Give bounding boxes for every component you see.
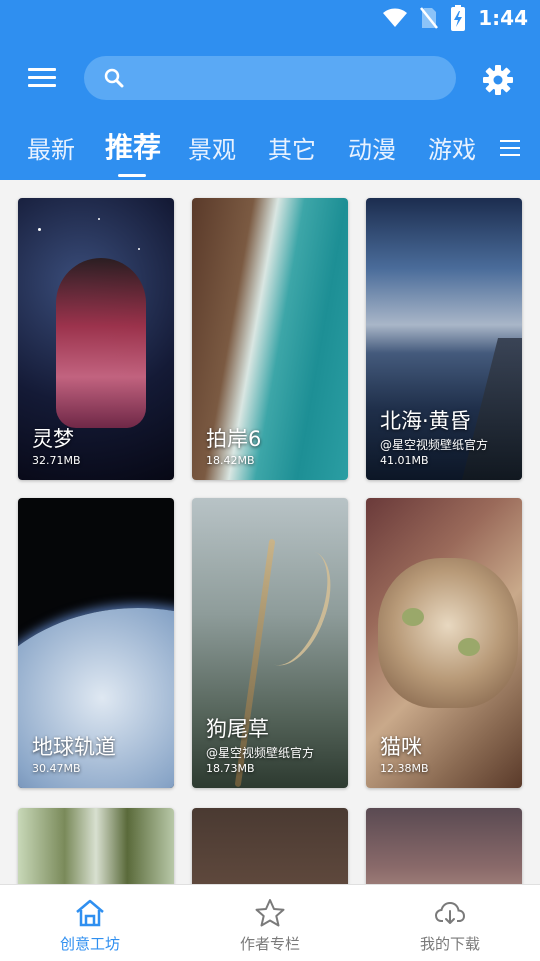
wallpaper-card[interactable]: 地球轨道 30.47MB [18,498,174,788]
card-label: 拍岸6 18.42MB [206,426,340,468]
cat-face-shape [378,558,518,708]
more-icon-line [500,140,520,142]
bottom-navigation: 创意工坊 作者专栏 我的下载 [0,884,540,961]
nav-item-downloads[interactable]: 我的下载 [360,885,540,961]
more-icon-line [500,147,520,149]
no-sim-icon [420,7,439,29]
tab-recommended[interactable]: 推荐 [105,126,161,166]
tab-latest[interactable]: 最新 [27,130,75,165]
wallpaper-card[interactable]: 拍岸6 18.42MB [192,198,348,480]
search-icon [104,68,124,88]
nav-item-authors[interactable]: 作者专栏 [180,885,360,961]
wifi-icon [383,8,408,27]
tab-other[interactable]: 其它 [268,130,316,165]
card-title: 拍岸6 [206,427,262,451]
wallpaper-card[interactable]: 灵梦 32.71MB [18,198,174,480]
tab-games[interactable]: 游戏 [428,130,476,165]
card-size: 41.01MB [380,454,429,467]
status-bar: 1:44 [0,0,540,36]
card-author: @星空视频壁纸官方 [380,438,489,452]
cat-eye-shape [458,638,480,656]
card-author: @星空视频壁纸官方 [206,746,315,760]
cloud-download-icon [434,901,466,924]
status-icons: 1:44 [382,5,528,31]
card-size: 30.47MB [32,762,81,775]
wallpaper-thumbnail [192,808,348,884]
home-icon [76,899,104,927]
card-title: 灵梦 [32,427,74,451]
menu-icon-line [28,68,56,71]
card-size: 32.71MB [32,454,81,467]
star-dot [38,228,41,231]
card-label: 猫咪 12.38MB [380,734,514,776]
card-label: 北海·黄昏 @星空视频壁纸官方 41.01MB [380,408,514,468]
search-input[interactable] [84,56,456,100]
cat-eye-shape [402,608,424,626]
wallpaper-card[interactable]: 北海·黄昏 @星空视频壁纸官方 41.01MB [366,198,522,480]
menu-icon-line [28,84,56,87]
wallpaper-card[interactable] [366,808,522,884]
card-title: 北海·黄昏 [380,409,471,433]
tab-landscape[interactable]: 景观 [188,130,236,165]
app-root: 1:44 最新 推荐 景观 其它 动漫 游戏 灵梦 32.71MB 拍岸6 18… [0,0,540,961]
card-size: 18.73MB [206,762,255,775]
tabs-more-button[interactable] [500,136,522,158]
active-tab-indicator [118,174,146,177]
wallpaper-grid: 灵梦 32.71MB 拍岸6 18.42MB 北海·黄昏 @星空视频壁纸官方 4… [0,180,540,884]
card-title: 地球轨道 [32,735,116,759]
wallpaper-card[interactable] [18,808,174,884]
status-time: 1:44 [478,6,528,30]
wallpaper-thumbnail [366,808,522,884]
wallpaper-card[interactable]: 猫咪 12.38MB [366,498,522,788]
card-title: 猫咪 [380,735,422,759]
star-dot [138,248,140,250]
nav-label: 作者专栏 [239,935,300,953]
star-icon [255,899,285,927]
wallpaper-card[interactable] [192,808,348,884]
menu-icon-line [28,76,56,79]
card-size: 18.42MB [206,454,255,467]
card-label: 地球轨道 30.47MB [32,734,166,776]
card-label: 灵梦 32.71MB [32,426,166,468]
tab-anime[interactable]: 动漫 [348,130,396,165]
battery-charging-icon [451,5,466,31]
app-header: 最新 推荐 景观 其它 动漫 游戏 [0,36,540,180]
card-title: 狗尾草 [206,717,269,741]
star-dot [98,218,100,220]
card-size: 12.38MB [380,762,429,775]
category-tabs: 最新 推荐 景观 其它 动漫 游戏 [0,130,540,180]
wallpaper-card[interactable]: 狗尾草 @星空视频壁纸官方 18.73MB [192,498,348,788]
nav-label: 创意工坊 [59,935,120,953]
gear-icon[interactable] [482,64,514,96]
more-icon-line [500,154,520,156]
card-label: 狗尾草 @星空视频壁纸官方 18.73MB [206,716,340,776]
nav-label: 我的下载 [419,935,480,953]
menu-button[interactable] [26,64,58,92]
anime-figure-shape [56,258,146,428]
wallpaper-thumbnail [18,808,174,884]
nav-item-workshop[interactable]: 创意工坊 [0,885,180,961]
